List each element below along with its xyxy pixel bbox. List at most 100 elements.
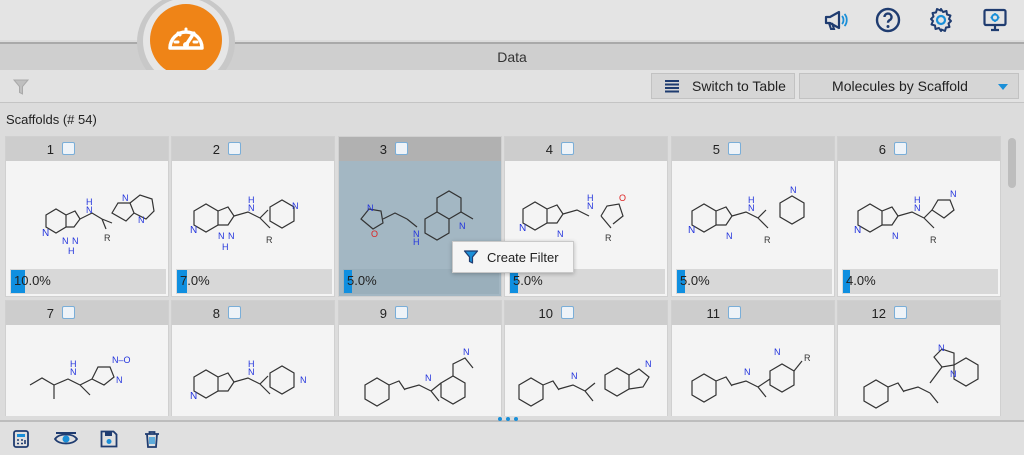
create-filter-item[interactable]: Create Filter	[487, 250, 559, 265]
svg-text:N: N	[292, 201, 299, 211]
save-icon[interactable]	[100, 430, 118, 448]
scaffold-cell[interactable]: 5 NN NH RN 5.0%	[671, 136, 835, 297]
svg-text:H: H	[914, 195, 921, 205]
scaffold-cell[interactable]: 8 NN HN	[171, 300, 335, 416]
molecule-structure: NN NH NH RN N	[42, 193, 155, 256]
cell-checkbox[interactable]	[62, 306, 75, 319]
svg-text:N–O: N–O	[112, 355, 131, 365]
view-select[interactable]: Molecules by Scaffold	[799, 73, 1019, 99]
scaffold-cell[interactable]: 10 N N	[504, 300, 668, 416]
switch-to-table-button[interactable]: Switch to Table	[651, 73, 795, 99]
megaphone-icon[interactable]	[820, 5, 850, 35]
scaffold-cell[interactable]: 11 N N R	[671, 300, 835, 416]
percentage-label: 7.0%	[180, 273, 210, 288]
svg-text:N: N	[519, 223, 526, 234]
cell-number: 6	[878, 142, 886, 157]
svg-text:R: R	[764, 235, 771, 245]
cell-number: 3	[379, 142, 387, 157]
cell-number: 1	[46, 142, 54, 157]
percentage-bar: 5.0%	[676, 269, 832, 294]
scaffold-cell[interactable]: 1 NN NH NH RN N 10.0%	[5, 136, 169, 297]
svg-text:N: N	[938, 343, 945, 353]
svg-text:N: N	[726, 231, 733, 241]
cell-checkbox[interactable]	[894, 142, 907, 155]
percentage-bar: 4.0%	[842, 269, 998, 294]
svg-text:N: N	[190, 225, 197, 236]
molecule-structure: NN NH NH RN	[190, 195, 299, 252]
trash-icon[interactable]	[144, 430, 160, 448]
svg-text:N: N	[774, 347, 781, 357]
switch-to-table-label: Switch to Table	[692, 78, 786, 94]
cell-number: 10	[538, 306, 553, 321]
svg-text:R: R	[605, 233, 612, 243]
svg-text:H: H	[86, 197, 93, 207]
svg-text:H: H	[248, 359, 255, 369]
molecule-structure: NH N–ON	[29, 355, 131, 399]
context-menu[interactable]: Create Filter	[452, 241, 574, 273]
percentage-label: 5.0%	[680, 273, 710, 288]
help-icon[interactable]	[873, 5, 903, 35]
svg-text:N: N	[72, 236, 79, 246]
cell-number: 4	[545, 142, 553, 157]
svg-text:N: N	[62, 236, 69, 246]
cell-checkbox[interactable]	[561, 306, 574, 319]
cell-number: 7	[46, 306, 54, 321]
scrollbar-thumb[interactable]	[1008, 138, 1016, 188]
scaffolds-title: Scaffolds (# 54)	[6, 112, 97, 127]
settings-icon[interactable]	[926, 5, 956, 35]
svg-text:R: R	[104, 233, 111, 243]
view-select-value: Molecules by Scaffold	[832, 78, 968, 94]
list-icon	[664, 79, 680, 93]
cell-checkbox[interactable]	[395, 306, 408, 319]
scaffold-cell[interactable]: 7 NH N–O N	[5, 300, 169, 416]
svg-text:N: N	[744, 367, 751, 377]
cell-checkbox[interactable]	[228, 142, 241, 155]
svg-text:N: N	[116, 375, 123, 385]
dashboard-icon[interactable]	[150, 4, 222, 76]
cell-checkbox[interactable]	[728, 142, 741, 155]
filter-icon[interactable]	[12, 78, 30, 101]
scaffold-grid: 1 NN NH NH RN N 10.0% 2 N N N H N H R N …	[5, 136, 1003, 416]
svg-text:N: N	[645, 359, 652, 369]
molecule-structure: NN NH RN	[854, 189, 957, 245]
svg-text:H: H	[748, 195, 755, 205]
toolbar: Switch to Table Molecules by Scaffold	[0, 70, 1024, 103]
cell-number: 2	[212, 142, 220, 157]
cell-number: 9	[379, 306, 387, 321]
cell-number: 8	[212, 306, 220, 321]
calculator-icon[interactable]	[13, 430, 29, 448]
scaffold-cell[interactable]: 12 NN	[837, 300, 1001, 416]
svg-text:N: N	[138, 215, 145, 225]
bottom-bar	[0, 417, 1024, 455]
view-icon[interactable]	[54, 430, 78, 448]
svg-text:R: R	[266, 235, 273, 245]
scaffold-cell[interactable]: 6 NN NH RN 4.0%	[837, 136, 1001, 297]
svg-text:N: N	[892, 231, 899, 241]
scaffold-cell[interactable]: 9 NN	[338, 300, 502, 416]
svg-text:R: R	[804, 353, 811, 363]
svg-text:N: N	[557, 229, 564, 239]
svg-text:N: N	[463, 347, 470, 357]
svg-text:N: N	[122, 193, 129, 203]
svg-text:N: N	[367, 203, 374, 213]
svg-text:N: N	[854, 225, 861, 236]
cell-number: 5	[712, 142, 720, 157]
cell-checkbox[interactable]	[62, 142, 75, 155]
svg-text:N: N	[190, 391, 197, 402]
cell-checkbox[interactable]	[395, 142, 408, 155]
percentage-label: 4.0%	[846, 273, 876, 288]
scaffold-cell[interactable]: 2 NN NH NH RN 7.0%	[171, 136, 335, 297]
filter-icon	[463, 249, 479, 265]
cell-checkbox[interactable]	[561, 142, 574, 155]
svg-text:R: R	[930, 235, 937, 245]
svg-text:N: N	[218, 231, 225, 241]
monitor-icon[interactable]	[980, 5, 1010, 35]
svg-text:N: N	[571, 371, 578, 381]
scrollbar[interactable]	[1005, 136, 1019, 416]
svg-text:H: H	[587, 193, 594, 203]
cell-checkbox[interactable]	[894, 306, 907, 319]
cell-checkbox[interactable]	[728, 306, 741, 319]
resize-handle[interactable]	[498, 417, 518, 421]
cell-number: 11	[706, 306, 721, 321]
cell-checkbox[interactable]	[228, 306, 241, 319]
